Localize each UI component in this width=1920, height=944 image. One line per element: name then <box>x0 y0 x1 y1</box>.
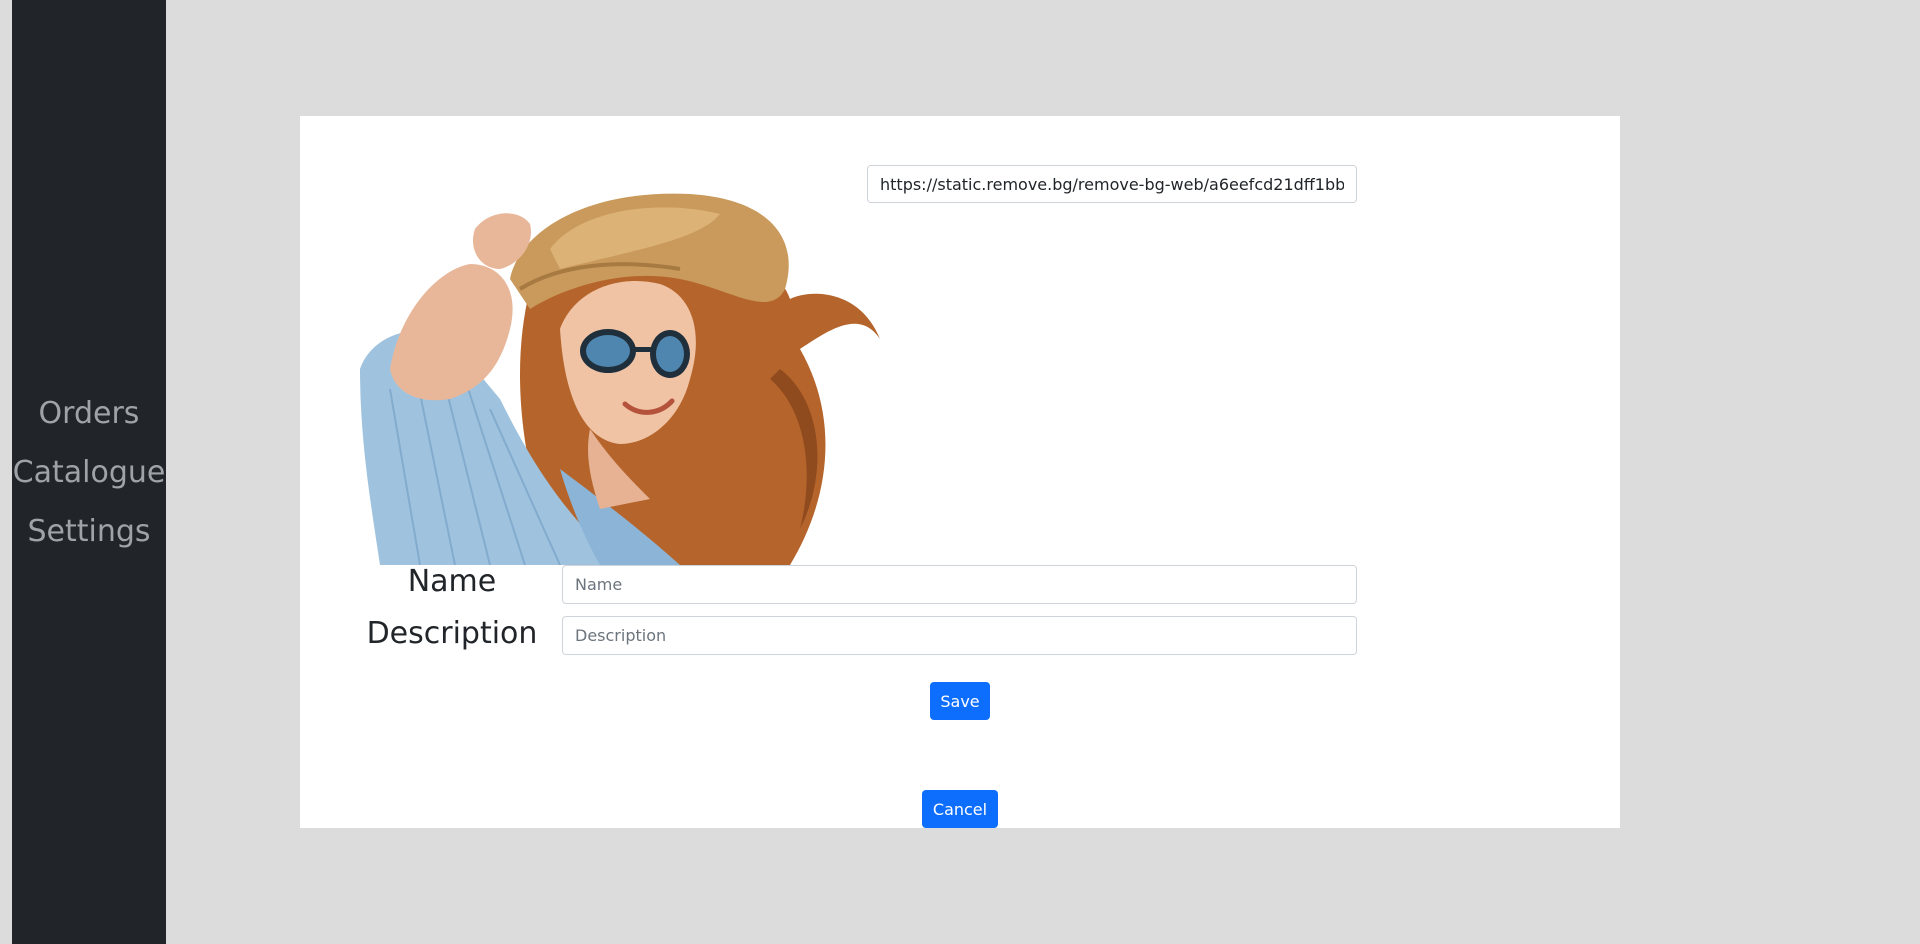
save-button[interactable]: Save <box>930 682 990 720</box>
product-image-picture <box>360 193 880 565</box>
description-field[interactable] <box>562 616 1357 655</box>
name-label: Name <box>407 564 497 599</box>
description-label: Description <box>366 616 538 651</box>
sidebar: Orders Catalogue Settings <box>12 0 166 944</box>
cancel-button[interactable]: Cancel <box>922 790 998 828</box>
sidebar-item-catalogue[interactable]: Catalogue <box>12 443 166 502</box>
sidebar-item-orders[interactable]: Orders <box>12 384 166 443</box>
product-image <box>360 169 880 565</box>
image-url-input[interactable] <box>867 165 1357 203</box>
sidebar-item-settings[interactable]: Settings <box>12 502 166 561</box>
product-editor-panel: Name Description Save Cancel <box>300 116 1620 828</box>
name-field[interactable] <box>562 565 1357 604</box>
